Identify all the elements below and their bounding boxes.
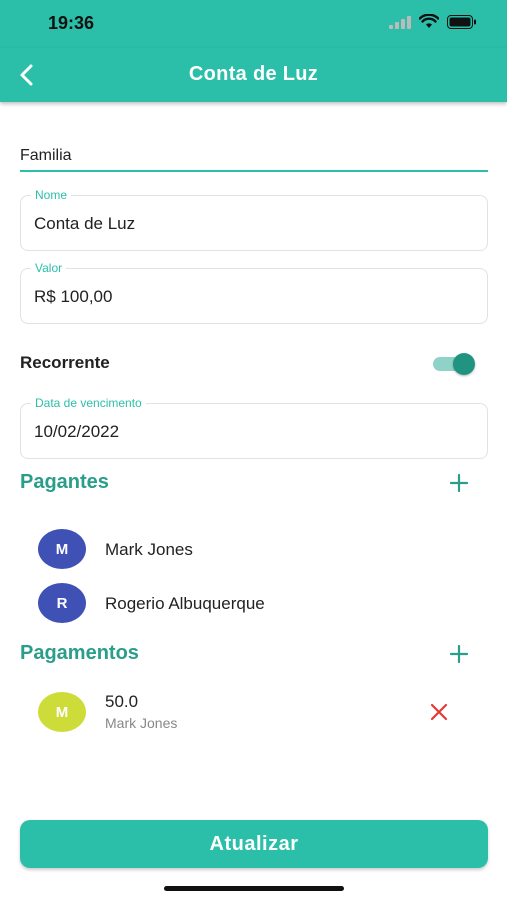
signal-icon	[389, 15, 411, 29]
payer-name: Rogerio Albuquerque	[105, 594, 265, 613]
group-value: Familia	[20, 147, 72, 164]
payment-row[interactable]: M 50.0 Mark Jones	[38, 692, 458, 732]
page-title: Conta de Luz	[188, 63, 319, 85]
name-field[interactable]: Nome Conta de Luz	[20, 188, 488, 251]
avatar: R	[38, 583, 86, 623]
nav-bar: Conta de Luz	[0, 48, 507, 102]
due-date-label: Data de vencimento	[31, 396, 146, 410]
remove-payment-button[interactable]	[429, 702, 449, 722]
amount-field-value: R$ 100,00	[34, 287, 113, 306]
payment-payer: Mark Jones	[105, 715, 178, 731]
recurring-toggle[interactable]	[433, 353, 477, 375]
toggle-thumb	[453, 353, 475, 375]
payer-row[interactable]: M Mark Jones	[38, 529, 458, 569]
add-payer-button[interactable]	[448, 472, 470, 494]
status-time: 19:36	[48, 13, 95, 33]
due-date-field[interactable]: Data de vencimento 10/02/2022	[20, 396, 488, 459]
status-icons	[389, 14, 477, 29]
group-field[interactable]: Familia	[20, 140, 488, 172]
payer-name: Mark Jones	[105, 540, 193, 559]
status-bar: 19:36	[0, 0, 507, 48]
name-field-value: Conta de Luz	[34, 214, 136, 233]
wifi-icon	[419, 14, 439, 28]
update-button[interactable]: Atualizar	[20, 820, 488, 868]
battery-icon	[447, 14, 476, 29]
home-indicator	[164, 886, 344, 891]
add-payment-button[interactable]	[448, 643, 470, 665]
payments-title: Pagamentos	[20, 642, 139, 664]
amount-field-label: Valor	[31, 261, 67, 275]
avatar: M	[38, 692, 86, 732]
payer-row[interactable]: R Rogerio Albuquerque	[38, 583, 458, 623]
avatar: M	[38, 529, 86, 569]
amount-field[interactable]: Valor R$ 100,00	[20, 261, 488, 324]
name-field-label: Nome	[31, 188, 72, 202]
payers-title: Pagantes	[20, 471, 109, 493]
due-date-value: 10/02/2022	[34, 422, 120, 441]
recurring-label: Recorrente	[20, 353, 110, 372]
payment-amount: 50.0	[105, 692, 139, 711]
